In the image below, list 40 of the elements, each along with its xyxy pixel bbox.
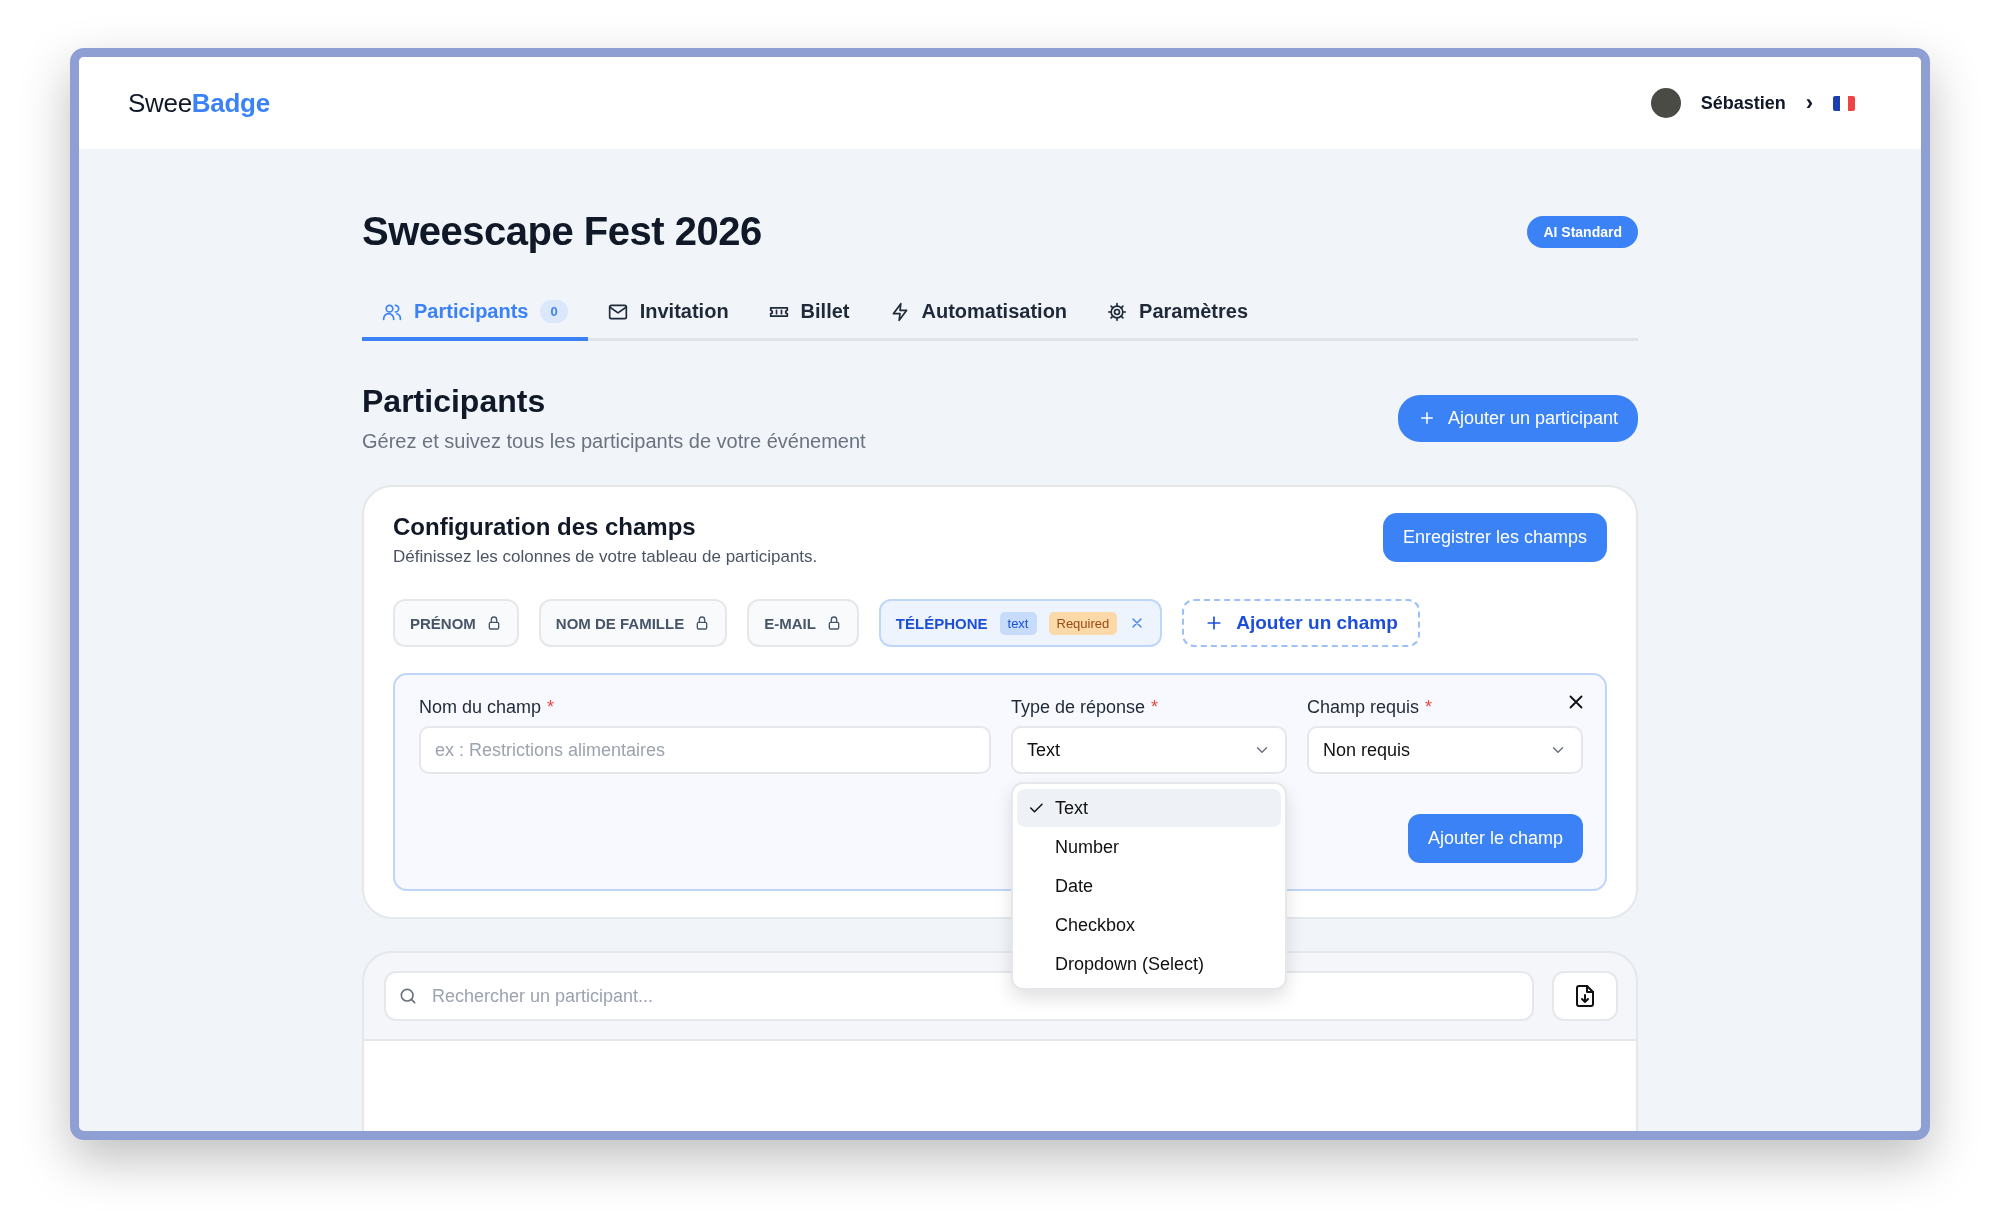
search-icon [398,986,418,1006]
menu-option[interactable]: Number [1017,828,1281,866]
plan-badge: AI Standard [1527,215,1638,248]
field-label: Type de réponse * [1011,697,1159,718]
field-label: Nom du champ * [419,697,555,718]
field-chip: NOM DE FAMILLE [538,599,728,647]
logo[interactable]: SweeBadge [128,87,270,119]
tab[interactable]: Paramètres [1087,288,1269,341]
save-fields-button[interactable]: Enregistrer les champs [1382,513,1607,562]
count-badge: 0 [540,300,568,323]
add-field-button[interactable]: Ajouter un champ [1182,599,1420,647]
card-subtitle: Définissez les colonnes de votre tableau de participants. [393,547,818,567]
event-title: Sweescape Fest 2026 [362,209,762,254]
card-title: Configuration des champs [393,513,697,541]
field-chip: PRÉNOM [393,599,519,647]
type-tag: text [999,611,1037,635]
chevron-icon[interactable]: › [1805,90,1813,116]
tab[interactable]: Automatisation [869,288,1088,341]
field-chip: E-MAIL [747,599,859,647]
section-subtitle: Gérez et suivez tous les participants de votre événement [362,430,866,453]
menu-option[interactable]: Date [1017,867,1281,905]
tab[interactable]: Invitation [587,288,749,341]
user-name[interactable]: Sébastien [1700,92,1786,114]
type-select[interactable]: Text [1011,726,1287,774]
required-select[interactable]: Non requis [1307,726,1583,774]
required-tag: Required [1048,611,1118,635]
menu-option[interactable]: Text [1017,789,1281,827]
gear-icon [1107,301,1128,322]
flag-icon[interactable] [1833,95,1855,111]
add-field-submit-button[interactable]: Ajouter le champ [1407,814,1583,863]
export-button[interactable] [1552,971,1618,1021]
menu-option[interactable]: Checkbox [1017,906,1281,944]
tab[interactable]: Billet [748,288,870,341]
section-title: Participants [362,383,547,420]
avatar[interactable] [1650,88,1681,118]
field-name-input[interactable]: ex : Restrictions alimentaires [419,726,991,774]
add-participant-button[interactable]: Ajouter un participant [1397,394,1638,442]
field-chip[interactable]: TÉLÉPHONE text Required [878,599,1163,647]
file-download-icon [1573,984,1597,1008]
field-label: Champ requis * [1307,697,1433,718]
